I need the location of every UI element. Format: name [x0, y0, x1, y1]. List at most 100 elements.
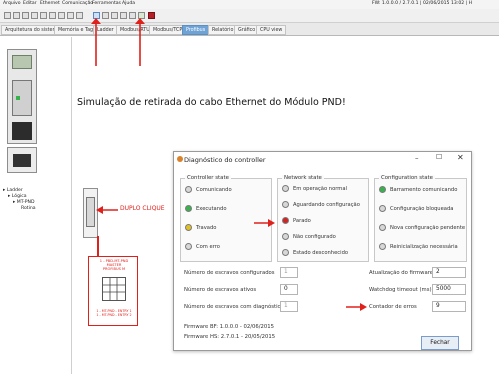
stop-icon[interactable]: [148, 12, 155, 19]
menu-ferramentas[interactable]: Ferramentas: [92, 1, 121, 6]
paste-icon[interactable]: [49, 12, 56, 19]
close-button[interactable]: Fechar: [421, 336, 459, 350]
configuration-state-group: Configuration state Barramento comunican…: [374, 175, 467, 262]
config-led-3: Reinicialização necessária: [379, 243, 458, 250]
module-card-entries: 1 - MT-PND - ENTRY 1 1 - MT-PND - ENTRY …: [96, 309, 132, 318]
led-icon: [185, 186, 192, 193]
led-icon: [282, 201, 289, 208]
arrow-head-1: [91, 18, 101, 24]
tab-bar: Arquitetura do sistema Memória e Tags La…: [0, 23, 499, 36]
module-card-title: 1 - PBD-MT-PND MASTER PROFIBUS M: [99, 259, 129, 272]
dialog-title: Diagnóstico do controller: [184, 156, 266, 164]
controller-port: [12, 122, 32, 140]
menu-bar: Arquivo Editar Ethernet Comunicação Ferr…: [0, 0, 499, 9]
slaves-active-label: Número de escravos ativos: [184, 287, 257, 293]
controller-led-3: Com erro: [185, 243, 220, 250]
arrow-head-2: [135, 18, 145, 24]
led-icon: [282, 185, 289, 192]
controller-body: [12, 80, 32, 116]
cut-icon[interactable]: [31, 12, 38, 19]
controller-image[interactable]: [7, 49, 37, 144]
led-icon: [185, 224, 192, 231]
config-led-1: Configuração bloqueada: [379, 205, 453, 212]
maximize-button[interactable]: ☐: [436, 153, 442, 161]
minimize-button[interactable]: –: [415, 154, 419, 162]
ec-arrow-head: [360, 303, 367, 311]
controller-display: [12, 55, 32, 69]
parado-arrow: [254, 219, 275, 227]
controller-state-label: Controller state: [185, 175, 231, 181]
config-led-2: Nova configuração pendente: [379, 224, 465, 231]
device-body: [86, 197, 95, 227]
double-click-arrow: [96, 206, 118, 214]
watchdog-field[interactable]: 5000: [432, 284, 466, 295]
watchdog-label: Watchdog timeout (ms): [369, 287, 432, 293]
error-counter-field[interactable]: 9: [432, 301, 466, 312]
toolbar: [0, 9, 499, 23]
open-icon[interactable]: [13, 12, 20, 19]
dialog-app-icon: [177, 156, 183, 162]
tab-relatorio[interactable]: Relatório: [208, 25, 238, 35]
module-grid-icon: [102, 277, 126, 301]
left-pane: ▸ Ladder ▸ Lógica ▸ MT-PND Rotina: [0, 37, 72, 374]
menu-arquivo[interactable]: Arquivo: [3, 1, 21, 6]
menu-editar[interactable]: Editar: [23, 1, 37, 6]
led-icon: [379, 224, 386, 231]
led-icon: [379, 205, 386, 212]
slaves-diagnostic-label: Número de escravos com diagnóstico: [184, 304, 284, 310]
controller-led-2: Travado: [185, 224, 216, 231]
firmware-update-field[interactable]: 2: [432, 267, 466, 278]
controller-led-1: Executando: [185, 205, 227, 212]
menu-comunicacao[interactable]: Comunicação: [62, 1, 93, 6]
network-state-group: Network state Em operação normal Aguarda…: [277, 175, 369, 262]
menu-ethernet[interactable]: Ethernet: [40, 1, 60, 6]
redo-icon[interactable]: [67, 12, 74, 19]
led-icon: [185, 205, 192, 212]
led-icon: [185, 243, 192, 250]
parado-arrow-head: [268, 219, 275, 227]
configuration-state-label: Configuration state: [379, 175, 435, 181]
network-led-0: Em operação normal: [282, 185, 347, 192]
status-text: FW: 1.0.0.0 / 2.7.0.1 | 02/06/2015 13:02…: [372, 1, 473, 6]
slaves-configured-label: Número de escravos configurados: [184, 270, 275, 276]
tab-profibus[interactable]: Profibus: [182, 25, 210, 35]
grid-lines: [103, 278, 125, 300]
network-led-3: Não configurado: [282, 233, 336, 240]
module-connector: [13, 154, 31, 167]
diagnostic-dialog: Diagnóstico do controller – ☐ ✕ Controll…: [173, 151, 472, 351]
led-icon: [282, 217, 289, 224]
project-tree: ▸ Ladder ▸ Lógica ▸ MT-PND Rotina: [3, 188, 36, 212]
tree-leaf[interactable]: Rotina: [3, 206, 36, 212]
module-card[interactable]: 1 - PBD-MT-PND MASTER PROFIBUS M 1 - MT-…: [88, 256, 138, 326]
save-icon[interactable]: [22, 12, 29, 19]
tab-cpu-view[interactable]: CPU view: [256, 25, 287, 35]
error-counter-label: Contador de erros: [369, 304, 417, 310]
led-icon: [379, 186, 386, 193]
slaves-diagnostic-field[interactable]: 1: [280, 301, 298, 312]
firmware-hs: Firmware HS: 2.7.0.1 - 20/05/2015: [184, 334, 276, 340]
controller-led-0: Comunicando: [185, 186, 232, 193]
firmware-bf: Firmware BF: 1.0.0.0 - 02/06/2015: [184, 324, 275, 330]
module-image[interactable]: [7, 147, 37, 173]
led-icon: [282, 249, 289, 256]
config-led-0: Barramento comunicando: [379, 186, 457, 193]
menu-ajuda[interactable]: Ajuda: [122, 1, 135, 6]
led-icon: [379, 243, 386, 250]
network-led-1: Aguardando configuração: [282, 201, 360, 208]
copy-icon[interactable]: [40, 12, 47, 19]
close-window-button[interactable]: ✕: [457, 153, 464, 162]
slaves-active-field[interactable]: 0: [280, 284, 298, 295]
find-icon[interactable]: [76, 12, 83, 19]
error-counter-arrow: [346, 303, 367, 311]
network-state-label: Network state: [282, 175, 324, 181]
firmware-update-label: Atualização do firmware: [369, 270, 434, 276]
undo-icon[interactable]: [58, 12, 65, 19]
network-led-2: Parado: [282, 217, 311, 224]
dc-arrow-head: [96, 206, 103, 214]
led-icon: [282, 233, 289, 240]
status-led: [16, 96, 20, 100]
new-icon[interactable]: [4, 12, 11, 19]
tab-modbus-tcp[interactable]: Modbus/TCP: [149, 25, 187, 35]
slaves-configured-field[interactable]: 1: [280, 267, 298, 278]
annotation-text: Simulação de retirada do cabo Ethernet d…: [77, 97, 346, 108]
